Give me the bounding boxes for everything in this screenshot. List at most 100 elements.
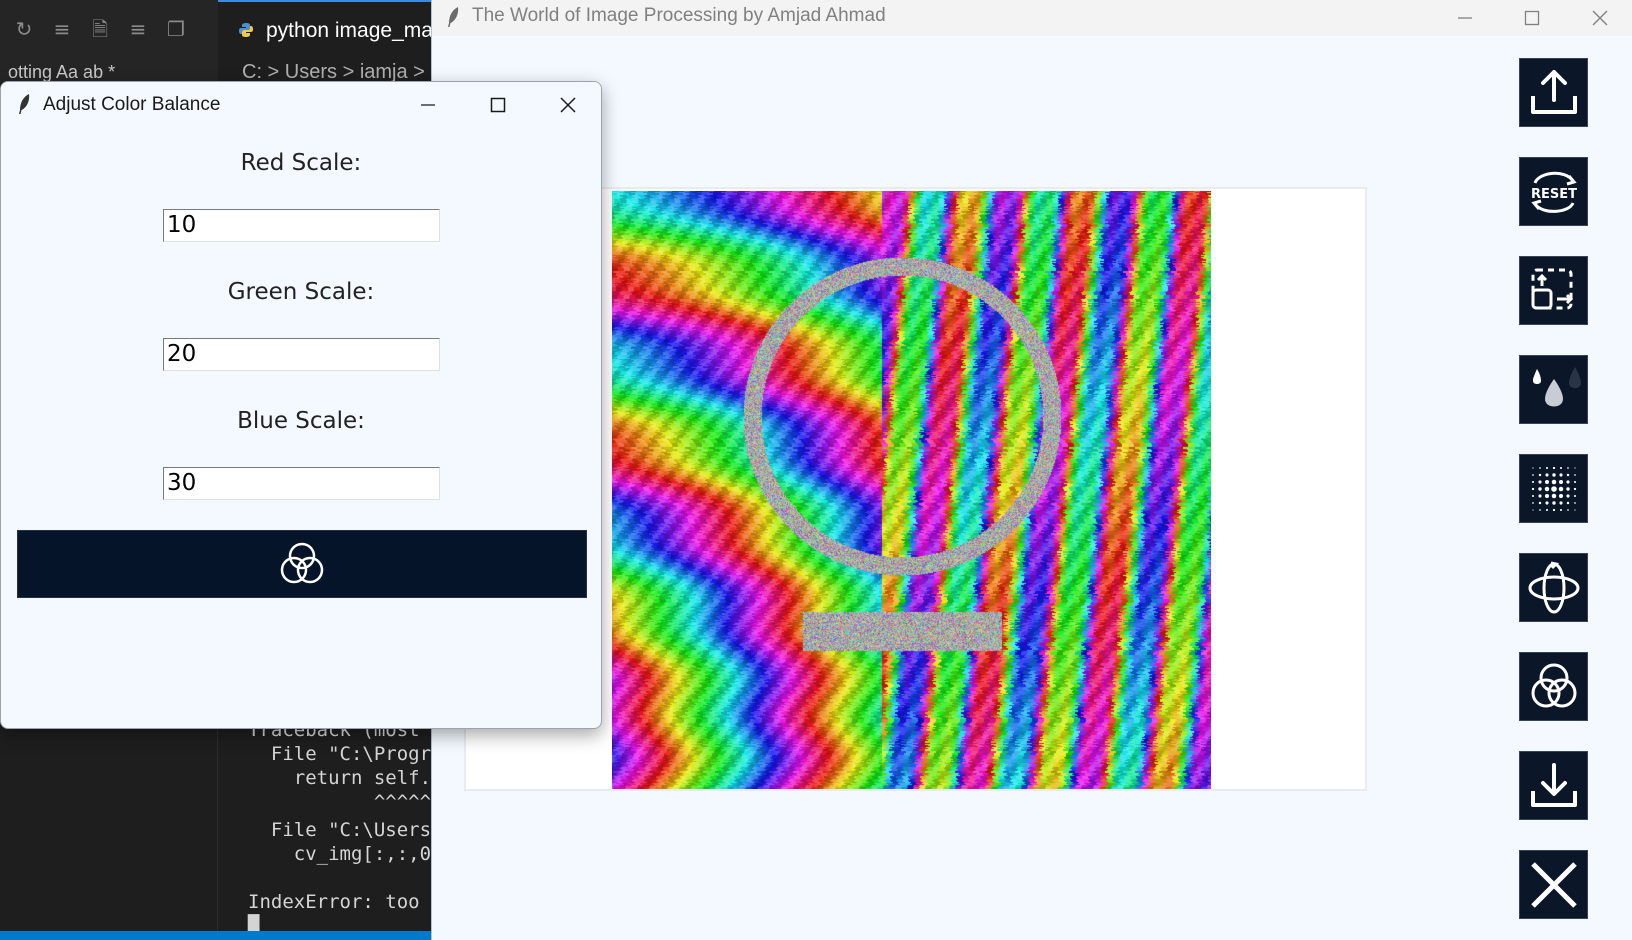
halftone-dot [1544, 479, 1549, 484]
color-drops-icon [1532, 366, 1581, 406]
halftone-dot [1531, 501, 1534, 504]
halftone-dot [1538, 501, 1541, 504]
dialog-titlebar[interactable]: Adjust Color Balance [1, 82, 601, 128]
dialog-minimize-button[interactable] [393, 82, 463, 128]
close-icon [560, 97, 576, 113]
upload-icon [1530, 69, 1577, 114]
reset-icon: RESET [1530, 171, 1577, 213]
collapse-icon[interactable]: ❐ [164, 17, 188, 41]
halftone-dot [1544, 486, 1549, 491]
halftone-dot [1552, 466, 1555, 469]
processed-image [612, 191, 1211, 789]
dialog-title: Adjust Color Balance [43, 94, 221, 115]
terminal-line: return self.func(*args) [293, 767, 438, 789]
halftone-dot [1551, 472, 1556, 477]
halftone-dot [1531, 480, 1534, 483]
halftone-dot [1558, 486, 1563, 491]
color-balance-icon [280, 542, 324, 584]
halftone-dot [1537, 479, 1542, 484]
halftone-dot [1573, 501, 1576, 504]
clear-icon[interactable]: ≡ [50, 17, 74, 41]
halftone-dot [1537, 486, 1542, 491]
halftone-dot [1565, 493, 1570, 498]
halftone-dot [1545, 508, 1548, 511]
halftone-dot [1573, 473, 1576, 476]
halftone-dot [1551, 500, 1556, 505]
halftone-dot [1531, 466, 1534, 469]
halftone-dot [1545, 466, 1548, 469]
status-bar [0, 931, 440, 940]
halftone-dot [1566, 508, 1569, 511]
halftone-dot [1573, 487, 1576, 490]
halftone-dot [1544, 500, 1549, 505]
reset-button[interactable]: RESET [1519, 157, 1588, 226]
halftone-dot [1566, 473, 1569, 476]
feather-icon [19, 94, 30, 114]
minimize-icon [1458, 17, 1472, 19]
refresh-icon[interactable]: ↻ [12, 17, 36, 41]
color-balance-button[interactable] [1519, 652, 1588, 721]
halftone-dot [1551, 479, 1556, 484]
dialog-maximize-button[interactable] [463, 82, 533, 128]
red-scale-input[interactable]: 10 [163, 209, 440, 242]
close-icon [1592, 10, 1608, 26]
color-drops-button[interactable] [1519, 355, 1588, 424]
color-balance-icon [1531, 663, 1576, 707]
halftone-dot [1573, 494, 1576, 497]
maximize-icon [490, 97, 506, 113]
vscode-sidebar [0, 728, 218, 931]
convert-button[interactable] [1519, 256, 1588, 325]
minimize-button[interactable] [1432, 0, 1498, 36]
green-scale-input[interactable]: 20 [163, 338, 440, 371]
halftone-dot [1566, 501, 1569, 504]
halftone-dot [1551, 493, 1556, 498]
close-window-button[interactable] [1567, 0, 1632, 36]
halftone-dot [1566, 466, 1569, 469]
vscode-explorer-toolbar: ↻ ≡ 🗎 ≡ ❐ [0, 0, 218, 58]
adjust-color-balance-dialog: Adjust Color Balance Red Scale: 10 Green… [0, 81, 602, 729]
green-scale-label: Green Scale: [227, 279, 375, 305]
main-titlebar[interactable]: The World of Image Processing by Amjad A… [432, 0, 1632, 36]
halftone-button[interactable] [1519, 454, 1588, 523]
halftone-dot [1558, 472, 1563, 477]
halftone-dot [1531, 487, 1534, 490]
halftone-dot [1531, 473, 1534, 476]
list-icon[interactable]: ≡ [126, 17, 150, 41]
halftone-dot [1538, 466, 1541, 469]
exit-button[interactable] [1519, 850, 1588, 919]
terminal-panel[interactable]: Traceback (most recent call last): File … [218, 728, 438, 931]
upload-button[interactable] [1519, 58, 1588, 127]
terminal-line: cv_img[:,:,0] = ... [293, 843, 438, 865]
maximize-button[interactable] [1499, 0, 1565, 36]
dialog-close-button[interactable] [533, 82, 601, 128]
minimize-icon [421, 104, 435, 106]
halftone-icon [1531, 466, 1576, 511]
rotate-icon [1528, 561, 1579, 613]
blue-scale-input[interactable]: 30 [163, 467, 440, 500]
window-title: The World of Image Processing by Amjad A… [472, 5, 886, 26]
new-file-icon[interactable]: 🗎 [88, 17, 112, 41]
halftone-dot [1573, 508, 1576, 511]
red-scale-label: Red Scale: [240, 150, 362, 176]
feather-icon [448, 7, 459, 27]
halftone-dot [1558, 493, 1563, 498]
terminal-line: █ [248, 915, 260, 931]
halftone-dot [1565, 486, 1570, 491]
maximize-icon [1524, 10, 1540, 26]
halftone-dot [1559, 466, 1562, 469]
halftone-dot [1552, 508, 1555, 511]
halftone-dot [1559, 508, 1562, 511]
halftone-dot [1558, 479, 1563, 484]
python-icon [239, 23, 253, 37]
close-icon [1530, 861, 1577, 908]
download-icon [1530, 762, 1577, 807]
apply-color-balance-button[interactable] [17, 530, 587, 598]
halftone-dot [1544, 472, 1549, 477]
halftone-dot [1573, 466, 1576, 469]
terminal-line: ^^^^^^^^^^^^^^^ [373, 791, 438, 813]
editor-tab[interactable]: python image_manipulation.py [218, 0, 551, 58]
halftone-dot [1531, 494, 1534, 497]
download-button[interactable] [1519, 751, 1588, 820]
rotate-button[interactable] [1519, 553, 1588, 622]
terminal-line: File "C:\Users\iamja\... [270, 819, 438, 841]
